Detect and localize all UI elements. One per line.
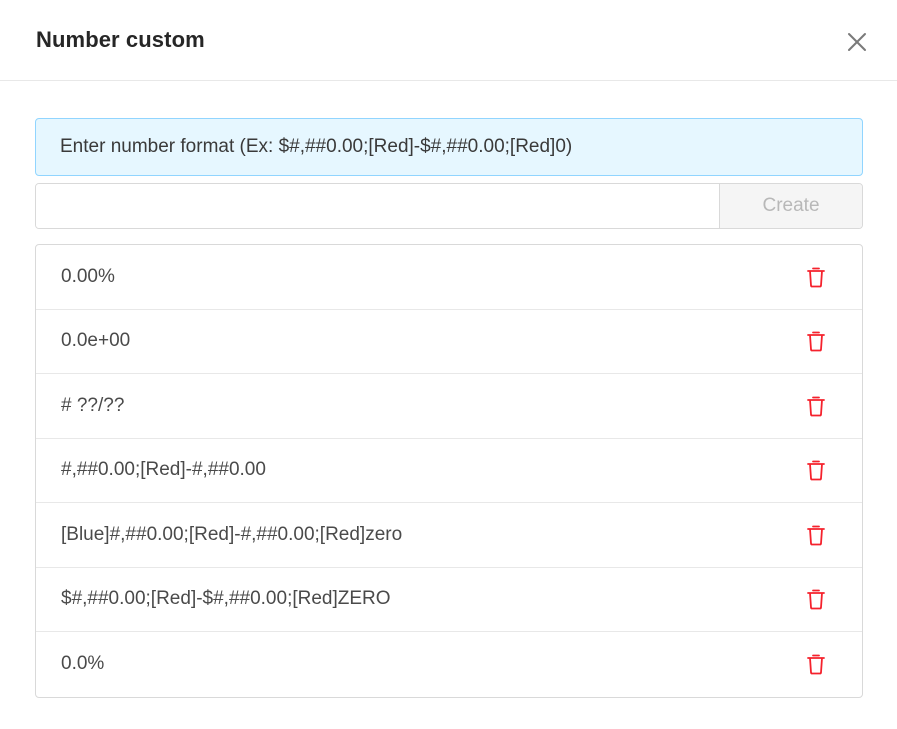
trash-icon [807, 654, 825, 675]
format-label[interactable]: 0.0e+00 [61, 330, 130, 352]
format-list-item[interactable]: [Blue]#,##0.00;[Red]-#,##0.00;[Red]zero [36, 503, 862, 568]
number-custom-dialog: Number custom Enter number format (Ex: $… [0, 0, 897, 729]
format-label[interactable]: # ??/?? [61, 395, 124, 417]
format-list-item[interactable]: #,##0.00;[Red]-#,##0.00 [36, 439, 862, 503]
format-list-item[interactable]: 0.0e+00 [36, 310, 862, 374]
format-label[interactable]: #,##0.00;[Red]-#,##0.00 [61, 459, 266, 481]
dialog-title: Number custom [36, 27, 205, 52]
close-icon [848, 33, 866, 51]
trash-icon [807, 460, 825, 481]
number-format-input[interactable] [36, 184, 719, 228]
delete-format-button[interactable] [806, 459, 826, 481]
format-hint: Enter number format (Ex: $#,##0.00;[Red]… [35, 118, 863, 176]
format-label[interactable]: $#,##0.00;[Red]-$#,##0.00;[Red]ZERO [61, 588, 391, 610]
dialog-header: Number custom [0, 0, 897, 81]
format-list-item[interactable]: # ??/?? [36, 374, 862, 439]
close-button[interactable] [842, 27, 872, 57]
trash-icon [807, 525, 825, 546]
trash-icon [807, 396, 825, 417]
custom-format-list: 0.00% 0.0e+00 # ??/?? #,##0.00;[Red]-#,##0.… [35, 244, 863, 698]
format-label[interactable]: 0.0% [61, 653, 104, 675]
format-input-group: Create [35, 183, 863, 229]
trash-icon [807, 589, 825, 610]
format-hint-text: Enter number format (Ex: $#,##0.00;[Red]… [60, 136, 573, 157]
delete-format-button[interactable] [806, 266, 826, 288]
trash-icon [807, 267, 825, 288]
delete-format-button[interactable] [806, 395, 826, 417]
format-label[interactable]: [Blue]#,##0.00;[Red]-#,##0.00;[Red]zero [61, 524, 402, 546]
delete-format-button[interactable] [806, 524, 826, 546]
delete-format-button[interactable] [806, 588, 826, 610]
format-list-item[interactable]: $#,##0.00;[Red]-$#,##0.00;[Red]ZERO [36, 568, 862, 632]
delete-format-button[interactable] [806, 330, 826, 352]
format-label[interactable]: 0.00% [61, 266, 115, 288]
format-list-item[interactable]: 0.0% [36, 632, 862, 697]
trash-icon [807, 331, 825, 352]
delete-format-button[interactable] [806, 653, 826, 675]
format-list-item[interactable]: 0.00% [36, 245, 862, 310]
create-button[interactable]: Create [719, 184, 862, 228]
